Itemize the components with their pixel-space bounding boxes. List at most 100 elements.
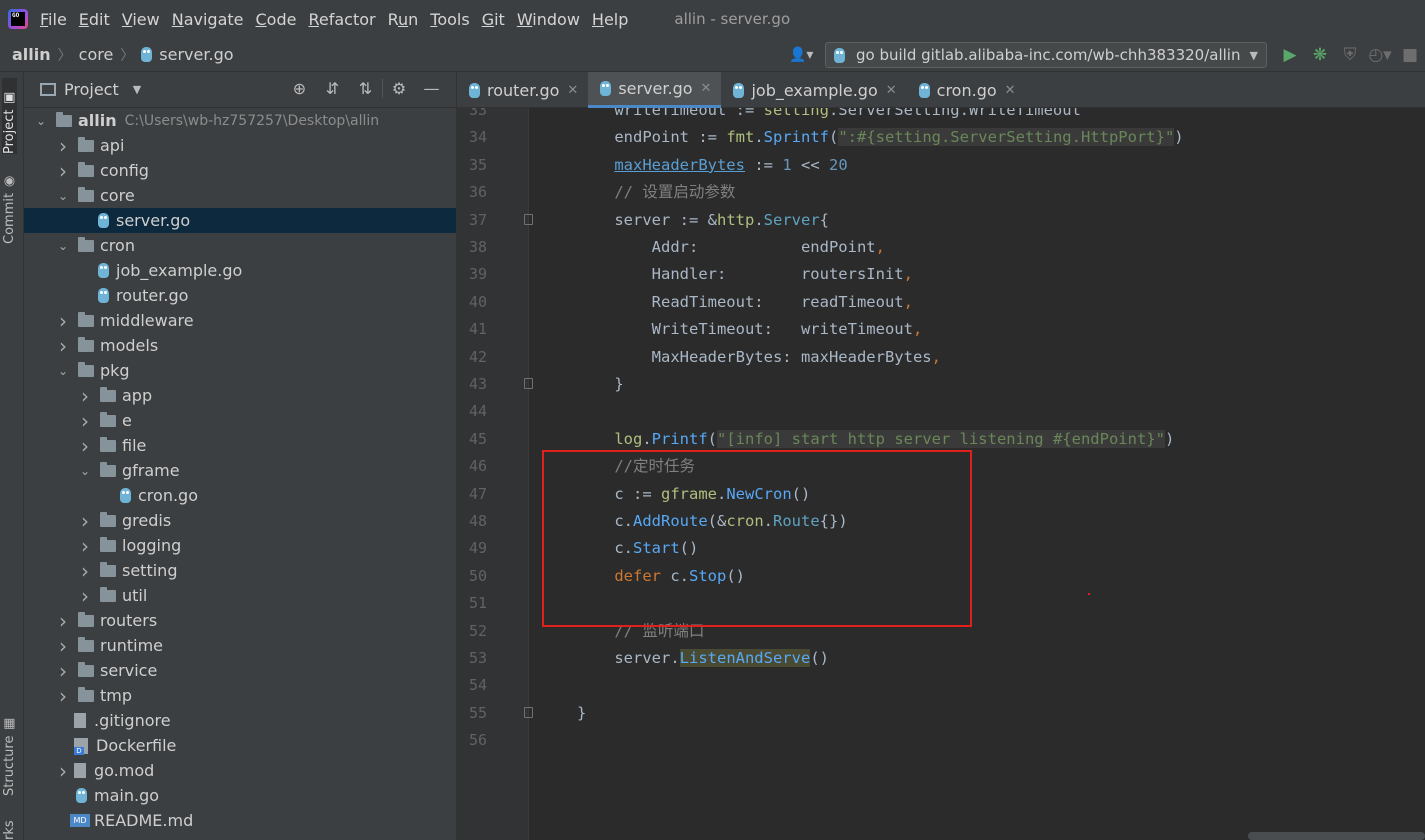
- tree-item-go-mod[interactable]: › go.mod: [24, 758, 456, 783]
- tree-item-app[interactable]: › app: [24, 383, 456, 408]
- tree-item-cron-go[interactable]: cron.go: [24, 483, 456, 508]
- coverage-icon[interactable]: ⛨: [1335, 45, 1365, 65]
- locate-icon[interactable]: ⊕: [283, 79, 316, 98]
- breadcrumb-core[interactable]: core: [79, 45, 114, 64]
- fold-marker-icon[interactable]: [524, 378, 533, 389]
- tree-item-cron[interactable]: ⌄ cron: [24, 233, 456, 258]
- tab-cron-go[interactable]: cron.go ✕: [907, 72, 1026, 108]
- tree-item-setting[interactable]: › setting: [24, 558, 456, 583]
- chevron-right-icon[interactable]: ›: [56, 609, 70, 633]
- close-icon[interactable]: ✕: [1005, 83, 1016, 98]
- commit-tool-tab[interactable]: Commit ◉: [2, 172, 17, 244]
- tree-item-models[interactable]: › models: [24, 333, 456, 358]
- menu-item-file[interactable]: File: [40, 10, 67, 29]
- structure-tool-tab[interactable]: Structure ▦: [2, 714, 17, 796]
- tree-item-gframe[interactable]: ⌄ gframe: [24, 458, 456, 483]
- tree-item--gitignore[interactable]: .gitignore: [24, 708, 456, 733]
- tree-item-tmp[interactable]: › tmp: [24, 683, 456, 708]
- chevron-right-icon[interactable]: ›: [78, 534, 92, 558]
- hide-panel-icon[interactable]: —: [415, 79, 448, 98]
- code-line: 33 writeTimeout := setting.ServerSetting…: [457, 108, 1425, 124]
- tree-item-label: middleware: [100, 311, 194, 330]
- tree-item-api[interactable]: › api: [24, 133, 456, 158]
- fold-marker-icon[interactable]: [524, 706, 533, 718]
- chevron-down-icon[interactable]: ⌄: [56, 189, 70, 203]
- code-line: 37 server := &http.Server{: [457, 207, 1425, 234]
- tree-item-util[interactable]: › util: [24, 583, 456, 608]
- tree-item-runtime[interactable]: › runtime: [24, 633, 456, 658]
- tab-server-go[interactable]: server.go ✕: [588, 72, 722, 108]
- tab-job-example-go[interactable]: job_example.go ✕: [721, 72, 906, 108]
- menu-item-help[interactable]: Help: [592, 10, 628, 29]
- tree-item-logging[interactable]: › logging: [24, 533, 456, 558]
- profile-icon[interactable]: ◴▾: [1365, 45, 1395, 65]
- chevron-right-icon[interactable]: ›: [56, 159, 70, 183]
- menu-item-edit[interactable]: Edit: [79, 10, 110, 29]
- chevron-right-icon[interactable]: ›: [56, 334, 70, 358]
- settings-gear-icon[interactable]: ⚙: [382, 79, 415, 98]
- project-panel-title[interactable]: Project: [64, 80, 119, 99]
- chevron-right-icon[interactable]: ›: [78, 384, 92, 408]
- tree-item-readme-md[interactable]: MD README.md: [24, 808, 456, 833]
- chevron-down-icon[interactable]: ⌄: [56, 239, 70, 253]
- chevron-right-icon[interactable]: ›: [78, 509, 92, 533]
- tree-item-middleware[interactable]: › middleware: [24, 308, 456, 333]
- fold-marker-icon[interactable]: [524, 213, 533, 225]
- menu-item-text: n: [408, 9, 419, 29]
- chevron-right-icon[interactable]: ›: [78, 559, 92, 583]
- menu-item-run[interactable]: Run: [388, 10, 419, 29]
- tree-item-gredis[interactable]: › gredis: [24, 508, 456, 533]
- menu-item-tools[interactable]: Tools: [430, 10, 469, 29]
- chevron-right-icon[interactable]: ›: [56, 134, 70, 158]
- chevron-right-icon[interactable]: ›: [78, 409, 92, 433]
- chevron-right-icon[interactable]: ›: [56, 759, 70, 783]
- expand-all-icon[interactable]: ⇵: [316, 79, 349, 98]
- chevron-right-icon[interactable]: ›: [78, 584, 92, 608]
- menu-item-code[interactable]: Code: [256, 10, 297, 29]
- tree-item-core[interactable]: ⌄ core: [24, 183, 456, 208]
- chevron-right-icon[interactable]: ›: [78, 434, 92, 458]
- menu-item-window[interactable]: Window: [517, 10, 580, 29]
- close-icon[interactable]: ✕: [567, 83, 578, 98]
- tree-item-pkg[interactable]: ⌄ pkg: [24, 358, 456, 383]
- chevron-right-icon[interactable]: ›: [56, 659, 70, 683]
- tree-item-job-example-go[interactable]: job_example.go: [24, 258, 456, 283]
- run-icon[interactable]: ▶: [1275, 45, 1305, 65]
- chevron-right-icon[interactable]: ›: [56, 684, 70, 708]
- menu-bar: GO File Edit View Navigate Code Refactor Run To…: [0, 0, 1425, 38]
- chevron-down-icon[interactable]: ▼: [133, 83, 141, 96]
- tree-item-main-go[interactable]: main.go: [24, 783, 456, 808]
- menu-item-refactor[interactable]: Refactor: [308, 10, 375, 29]
- horizontal-scrollbar[interactable]: [1248, 832, 1425, 840]
- chevron-right-icon[interactable]: ›: [56, 309, 70, 333]
- tree-item-file[interactable]: › file: [24, 433, 456, 458]
- bookmarks-tool-tab[interactable]: rks: [2, 814, 17, 840]
- collapse-all-icon[interactable]: ⇅: [349, 79, 382, 98]
- close-icon[interactable]: ✕: [701, 81, 712, 96]
- folder-icon: [78, 361, 94, 377]
- user-icon[interactable]: 👤▾: [789, 47, 819, 63]
- breadcrumb-root[interactable]: allin: [12, 45, 51, 64]
- run-configuration-select[interactable]: go build gitlab.alibaba-inc.com/wb-chh38…: [825, 42, 1267, 68]
- project-tool-tab[interactable]: Project ▣: [2, 78, 17, 154]
- line-number: 35: [468, 155, 487, 174]
- close-icon[interactable]: ✕: [886, 83, 897, 98]
- breadcrumb-file[interactable]: server.go: [141, 45, 234, 64]
- tree-item-server-go[interactable]: server.go: [24, 208, 456, 233]
- tree-item-router-go[interactable]: router.go: [24, 283, 456, 308]
- chevron-right-icon[interactable]: ›: [56, 634, 70, 658]
- tree-item-config[interactable]: › config: [24, 158, 456, 183]
- menu-item-view[interactable]: View: [122, 10, 160, 29]
- tree-item-e[interactable]: › e: [24, 408, 456, 433]
- tree-root[interactable]: ⌄ allin C:\Users\wb-hz757257\Desktop\all…: [24, 108, 456, 133]
- chevron-down-icon[interactable]: ⌄: [78, 464, 92, 478]
- menu-item-git[interactable]: Git: [482, 10, 505, 29]
- tree-item-service[interactable]: › service: [24, 658, 456, 683]
- menu-item-navigate[interactable]: Navigate: [172, 10, 244, 29]
- chevron-down-icon[interactable]: ⌄: [56, 364, 70, 378]
- stop-icon[interactable]: ■: [1395, 45, 1425, 65]
- debug-icon[interactable]: ❋: [1305, 45, 1335, 65]
- tree-item-dockerfile[interactable]: Dockerfile: [24, 733, 456, 758]
- tab-router-go[interactable]: router.go ✕: [457, 72, 588, 108]
- tree-item-routers[interactable]: › routers: [24, 608, 456, 633]
